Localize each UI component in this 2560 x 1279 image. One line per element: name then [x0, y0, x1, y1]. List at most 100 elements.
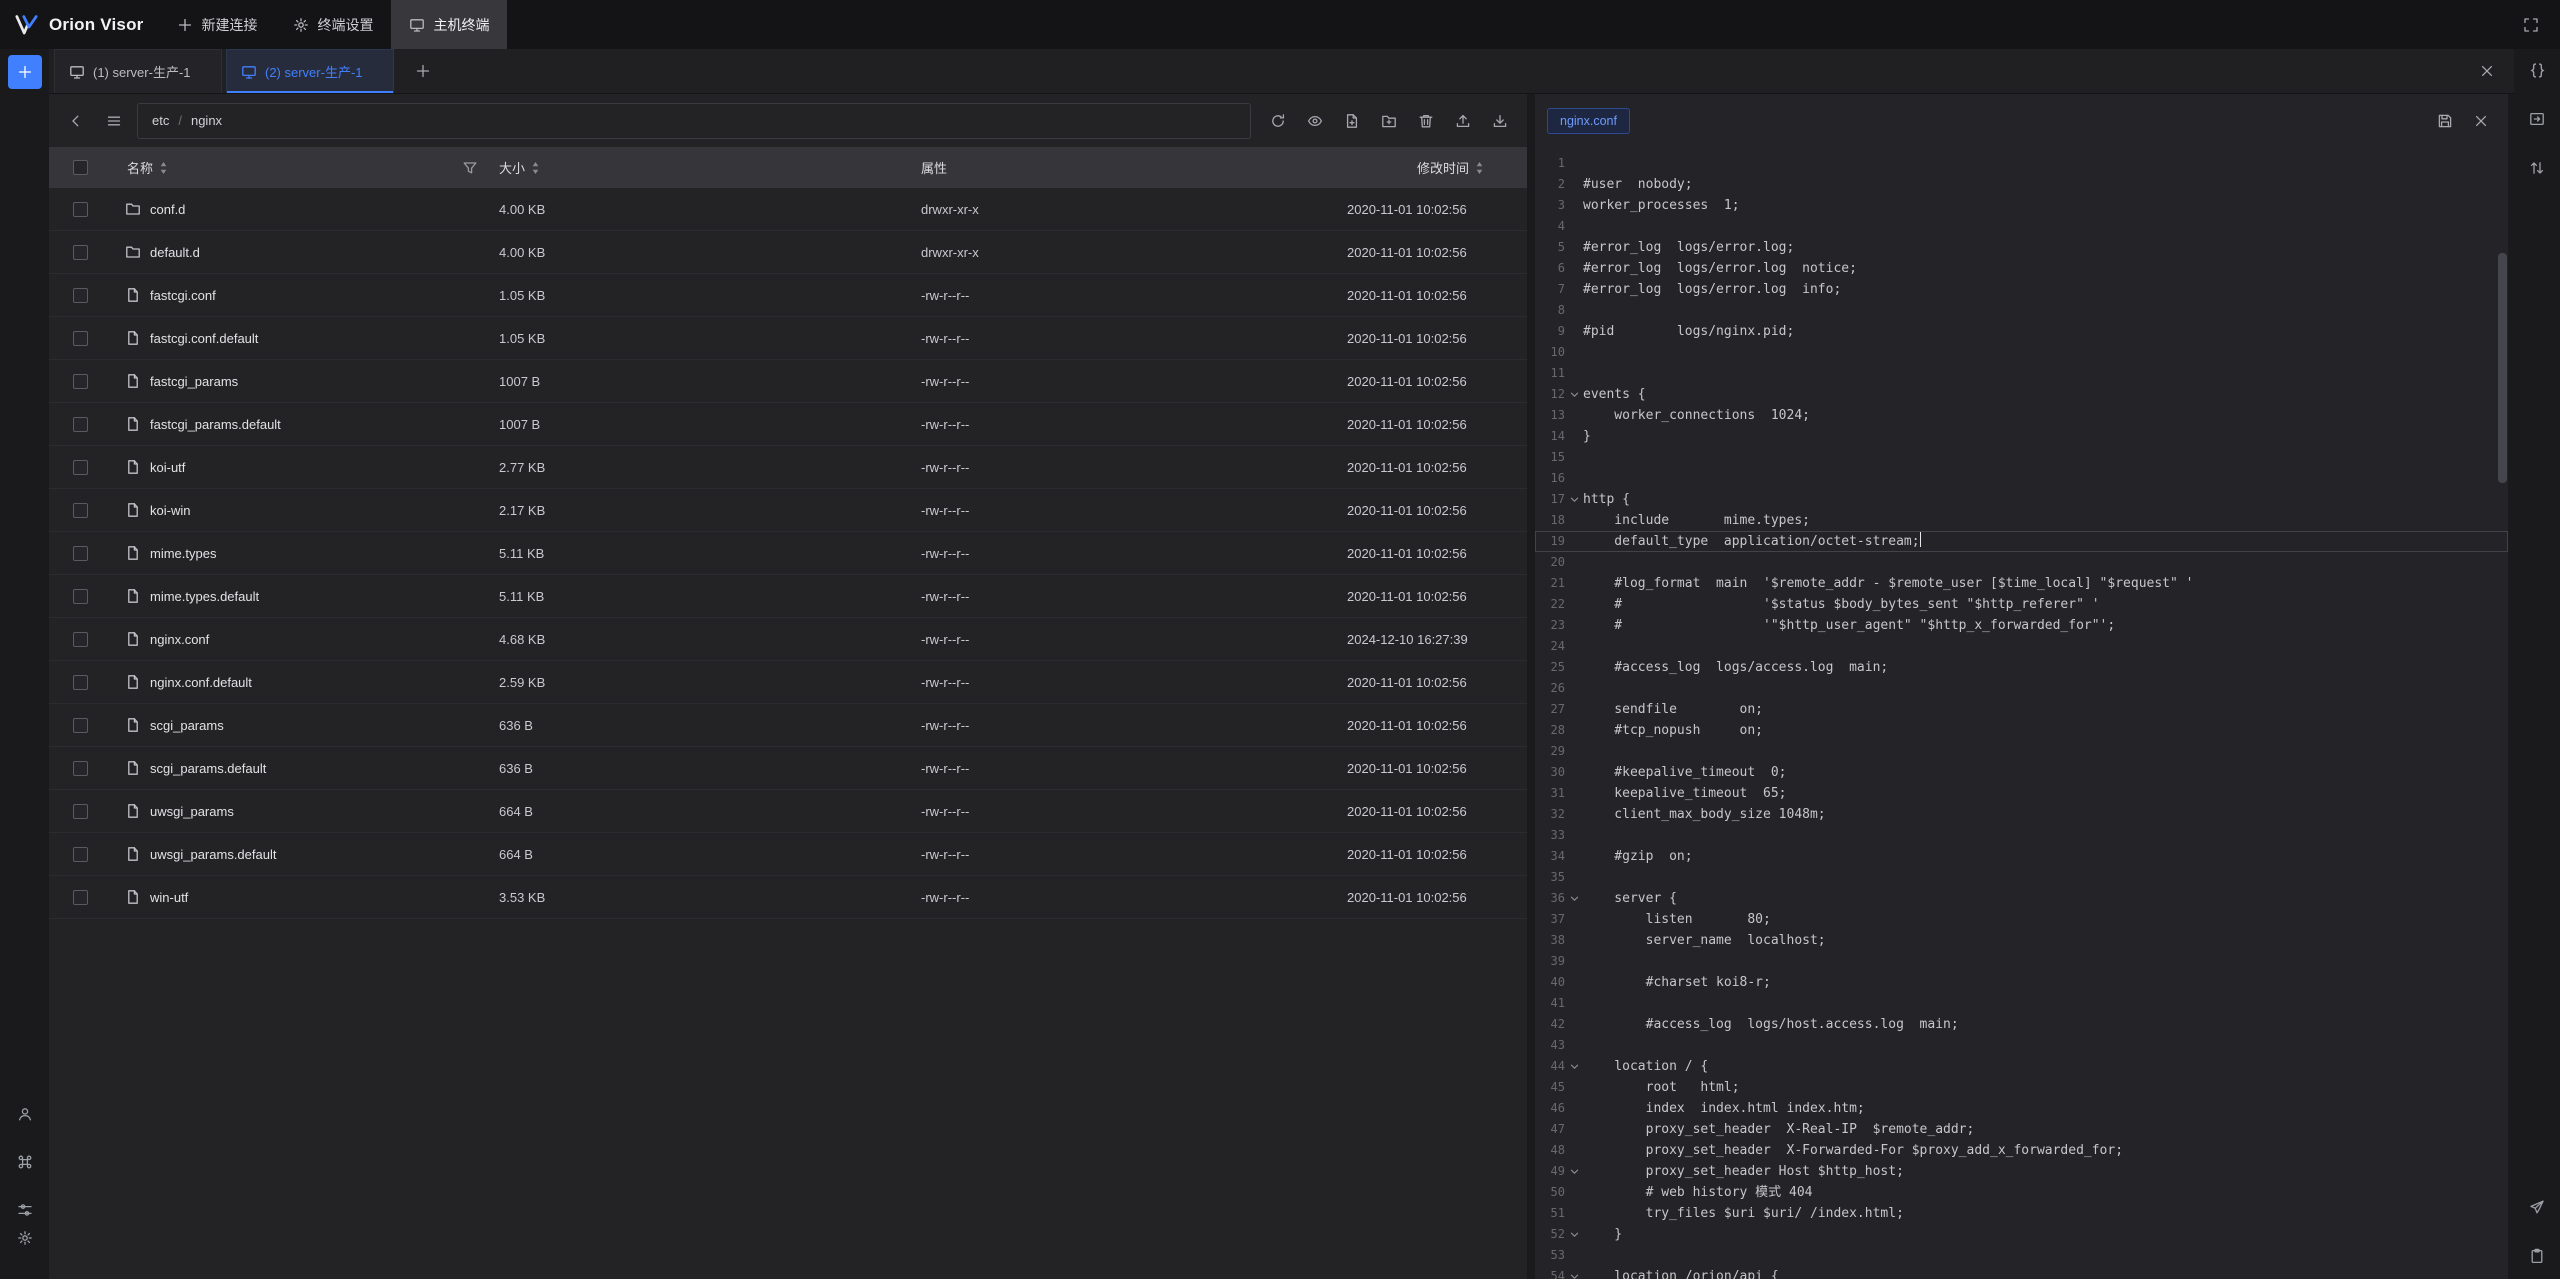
- file-row[interactable]: mime.types.default5.11 KB-rw-r--r--2020-…: [49, 575, 1527, 618]
- code-line[interactable]: 26: [1535, 678, 2508, 699]
- file-name[interactable]: mime.types.default: [150, 589, 259, 604]
- code-line[interactable]: 20: [1535, 552, 2508, 573]
- file-name[interactable]: fastcgi.conf.default: [150, 331, 258, 346]
- clipboard-button[interactable]: [2526, 1245, 2548, 1267]
- sort-mtime-icon[interactable]: [1475, 161, 1484, 175]
- file-row[interactable]: koi-win2.17 KB-rw-r--r--2020-11-01 10:02…: [49, 489, 1527, 532]
- file-name[interactable]: fastcgi.conf: [150, 288, 216, 303]
- code-line[interactable]: 3worker_processes 1;: [1535, 195, 2508, 216]
- editor-scrollbar-thumb[interactable]: [2498, 253, 2507, 483]
- close-editor-button[interactable]: [2466, 106, 2496, 136]
- code-line[interactable]: 12events {: [1535, 384, 2508, 405]
- code-line[interactable]: 28 #tcp_nopush on;: [1535, 720, 2508, 741]
- file-row[interactable]: koi-utf2.77 KB-rw-r--r--2020-11-01 10:02…: [49, 446, 1527, 489]
- fold-chevron-icon[interactable]: [1565, 1229, 1583, 1240]
- code-line[interactable]: 11: [1535, 363, 2508, 384]
- row-checkbox[interactable]: [73, 417, 88, 432]
- code-line[interactable]: 16: [1535, 468, 2508, 489]
- code-line[interactable]: 24: [1535, 636, 2508, 657]
- file-row[interactable]: scgi_params636 B-rw-r--r--2020-11-01 10:…: [49, 704, 1527, 747]
- code-line[interactable]: 29: [1535, 741, 2508, 762]
- file-row[interactable]: uwsgi_params.default664 B-rw-r--r--2020-…: [49, 833, 1527, 876]
- file-row[interactable]: fastcgi.conf.default1.05 KB-rw-r--r--202…: [49, 317, 1527, 360]
- row-checkbox[interactable]: [73, 847, 88, 862]
- row-checkbox[interactable]: [73, 675, 88, 690]
- preferences-button[interactable]: [14, 1199, 36, 1221]
- file-row[interactable]: fastcgi_params.default1007 B-rw-r--r--20…: [49, 403, 1527, 446]
- file-name[interactable]: koi-utf: [150, 460, 185, 475]
- code-line[interactable]: 27 sendfile on;: [1535, 699, 2508, 720]
- breadcrumb-segment[interactable]: etc: [152, 113, 169, 128]
- row-checkbox[interactable]: [73, 245, 88, 260]
- code-line[interactable]: 14}: [1535, 426, 2508, 447]
- row-checkbox[interactable]: [73, 890, 88, 905]
- file-name[interactable]: scgi_params: [150, 718, 224, 733]
- code-line[interactable]: 17http {: [1535, 489, 2508, 510]
- code-line[interactable]: 49 proxy_set_header Host $http_host;: [1535, 1161, 2508, 1182]
- file-row[interactable]: default.d4.00 KBdrwxr-xr-x2020-11-01 10:…: [49, 231, 1527, 274]
- file-name[interactable]: scgi_params.default: [150, 761, 266, 776]
- file-name[interactable]: uwsgi_params.default: [150, 847, 276, 862]
- file-row[interactable]: scgi_params.default636 B-rw-r--r--2020-1…: [49, 747, 1527, 790]
- code-line[interactable]: 46 index index.html index.htm;: [1535, 1098, 2508, 1119]
- row-checkbox[interactable]: [73, 718, 88, 733]
- row-checkbox[interactable]: [73, 202, 88, 217]
- file-row[interactable]: nginx.conf4.68 KB-rw-r--r--2024-12-10 16…: [49, 618, 1527, 661]
- code-line[interactable]: 10: [1535, 342, 2508, 363]
- column-header-size[interactable]: 大小: [499, 158, 525, 177]
- code-line[interactable]: 8: [1535, 300, 2508, 321]
- fold-chevron-icon[interactable]: [1565, 389, 1583, 400]
- code-line[interactable]: 31 keepalive_timeout 65;: [1535, 783, 2508, 804]
- row-checkbox[interactable]: [73, 804, 88, 819]
- save-button[interactable]: [2430, 106, 2460, 136]
- menu-item-host-terminal[interactable]: 主机终端: [391, 0, 507, 49]
- code-line[interactable]: 9#pid logs/nginx.pid;: [1535, 321, 2508, 342]
- editor-code[interactable]: 12#user nobody;3worker_processes 1;45#er…: [1535, 147, 2508, 1279]
- code-line[interactable]: 48 proxy_set_header X-Forwarded-For $pro…: [1535, 1140, 2508, 1161]
- code-line[interactable]: 22 # '$status $body_bytes_sent "$http_re…: [1535, 594, 2508, 615]
- code-line[interactable]: 15: [1535, 447, 2508, 468]
- file-name[interactable]: fastcgi_params.default: [150, 417, 281, 432]
- open-file-tag[interactable]: nginx.conf: [1547, 108, 1630, 134]
- code-line[interactable]: 23 # '"$http_user_agent" "$http_x_forwar…: [1535, 615, 2508, 636]
- file-row[interactable]: nginx.conf.default2.59 KB-rw-r--r--2020-…: [49, 661, 1527, 704]
- row-checkbox[interactable]: [73, 546, 88, 561]
- code-line[interactable]: 42 #access_log logs/host.access.log main…: [1535, 1014, 2508, 1035]
- fold-chevron-icon[interactable]: [1565, 1061, 1583, 1072]
- list-view-button[interactable]: [99, 106, 129, 136]
- code-line[interactable]: 35: [1535, 867, 2508, 888]
- code-line[interactable]: 18 include mime.types;: [1535, 510, 2508, 531]
- code-line[interactable]: 33: [1535, 825, 2508, 846]
- code-line[interactable]: 1: [1535, 153, 2508, 174]
- code-line[interactable]: 43: [1535, 1035, 2508, 1056]
- row-checkbox[interactable]: [73, 503, 88, 518]
- row-checkbox[interactable]: [73, 331, 88, 346]
- add-tab-button[interactable]: [408, 56, 438, 86]
- file-transfer-button[interactable]: [2526, 108, 2548, 130]
- code-line[interactable]: 2#user nobody;: [1535, 174, 2508, 195]
- upload-button[interactable]: [1448, 106, 1478, 136]
- file-row[interactable]: conf.d4.00 KBdrwxr-xr-x2020-11-01 10:02:…: [49, 188, 1527, 231]
- code-line[interactable]: 4: [1535, 216, 2508, 237]
- menu-item-new-connection[interactable]: 新建连接: [159, 0, 275, 49]
- file-row[interactable]: fastcgi.conf1.05 KB-rw-r--r--2020-11-01 …: [49, 274, 1527, 317]
- row-checkbox[interactable]: [73, 761, 88, 776]
- code-line[interactable]: 41: [1535, 993, 2508, 1014]
- file-name[interactable]: mime.types: [150, 546, 216, 561]
- new-tab-button[interactable]: [8, 55, 42, 89]
- code-line[interactable]: 13 worker_connections 1024;: [1535, 405, 2508, 426]
- send-command-button[interactable]: [2526, 1196, 2548, 1218]
- file-name[interactable]: default.d: [150, 245, 200, 260]
- code-line[interactable]: 54 location /orion/api {: [1535, 1266, 2508, 1279]
- code-line[interactable]: 19 default_type application/octet-stream…: [1535, 531, 2508, 552]
- new-file-button[interactable]: [1337, 106, 1367, 136]
- code-line[interactable]: 5#error_log logs/error.log;: [1535, 237, 2508, 258]
- settings-button[interactable]: [14, 1227, 36, 1249]
- row-checkbox[interactable]: [73, 589, 88, 604]
- row-checkbox[interactable]: [73, 460, 88, 475]
- file-row[interactable]: uwsgi_params664 B-rw-r--r--2020-11-01 10…: [49, 790, 1527, 833]
- code-line[interactable]: 38 server_name localhost;: [1535, 930, 2508, 951]
- breadcrumb[interactable]: etc/nginx: [137, 103, 1251, 139]
- code-line[interactable]: 7#error_log logs/error.log info;: [1535, 279, 2508, 300]
- code-line[interactable]: 50 # web history 模式 404: [1535, 1182, 2508, 1203]
